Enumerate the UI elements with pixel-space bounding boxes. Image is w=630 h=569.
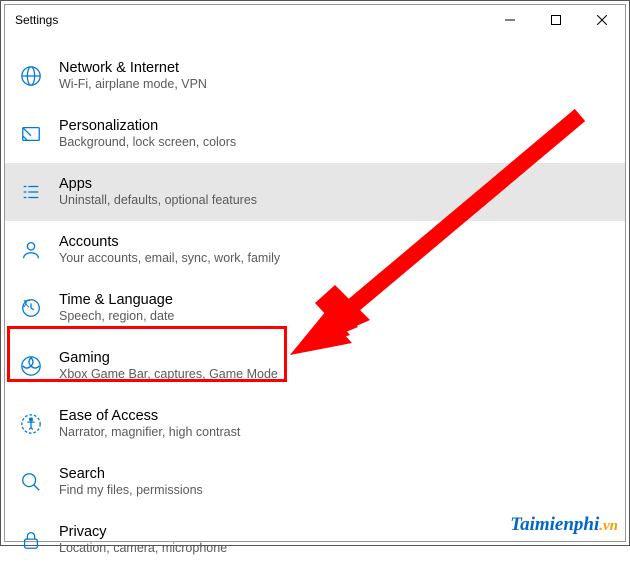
item-title: Apps — [59, 175, 257, 193]
apps-icon — [19, 180, 43, 204]
maximize-button[interactable] — [533, 5, 579, 35]
personalization-icon — [19, 122, 43, 146]
ease-of-access-icon — [19, 412, 43, 436]
settings-item-ease-of-access[interactable]: Ease of Access Narrator, magnifier, high… — [5, 395, 625, 453]
settings-item-personalization[interactable]: Personalization Background, lock screen,… — [5, 105, 625, 163]
minimize-button[interactable] — [487, 5, 533, 35]
settings-item-apps[interactable]: Apps Uninstall, defaults, optional featu… — [5, 163, 625, 221]
item-subtitle: Wi-Fi, airplane mode, VPN — [59, 77, 207, 93]
gaming-icon — [19, 354, 43, 378]
search-icon — [19, 470, 43, 494]
settings-item-accounts[interactable]: Accounts Your accounts, email, sync, wor… — [5, 221, 625, 279]
privacy-icon — [19, 528, 43, 552]
item-title: Personalization — [59, 117, 236, 135]
item-subtitle: Your accounts, email, sync, work, family — [59, 251, 280, 267]
titlebar: Settings — [5, 5, 625, 35]
item-subtitle: Xbox Game Bar, captures, Game Mode — [59, 367, 278, 383]
settings-item-search[interactable]: Search Find my files, permissions — [5, 453, 625, 511]
settings-item-gaming[interactable]: Gaming Xbox Game Bar, captures, Game Mod… — [5, 337, 625, 395]
item-title: Network & Internet — [59, 59, 207, 77]
settings-window: Settings Network & Internet Wi-Fi, airpl… — [4, 4, 626, 542]
time-language-icon — [19, 296, 43, 320]
item-subtitle: Location, camera, microphone — [59, 541, 227, 557]
item-title: Search — [59, 465, 203, 483]
item-title: Gaming — [59, 349, 278, 367]
accounts-icon — [19, 238, 43, 262]
item-subtitle: Narrator, magnifier, high contrast — [59, 425, 240, 441]
settings-item-network[interactable]: Network & Internet Wi-Fi, airplane mode,… — [5, 47, 625, 105]
item-subtitle: Find my files, permissions — [59, 483, 203, 499]
item-subtitle: Uninstall, defaults, optional features — [59, 193, 257, 209]
item-title: Accounts — [59, 233, 280, 251]
item-title: Ease of Access — [59, 407, 240, 425]
item-subtitle: Speech, region, date — [59, 309, 174, 325]
item-title: Time & Language — [59, 291, 174, 309]
window-title: Settings — [15, 13, 58, 27]
item-title: Privacy — [59, 523, 227, 541]
settings-list: Network & Internet Wi-Fi, airplane mode,… — [5, 35, 625, 569]
globe-icon — [19, 64, 43, 88]
item-subtitle: Background, lock screen, colors — [59, 135, 236, 151]
settings-item-privacy[interactable]: Privacy Location, camera, microphone — [5, 511, 625, 569]
close-button[interactable] — [579, 5, 625, 35]
settings-item-time-language[interactable]: Time & Language Speech, region, date — [5, 279, 625, 337]
